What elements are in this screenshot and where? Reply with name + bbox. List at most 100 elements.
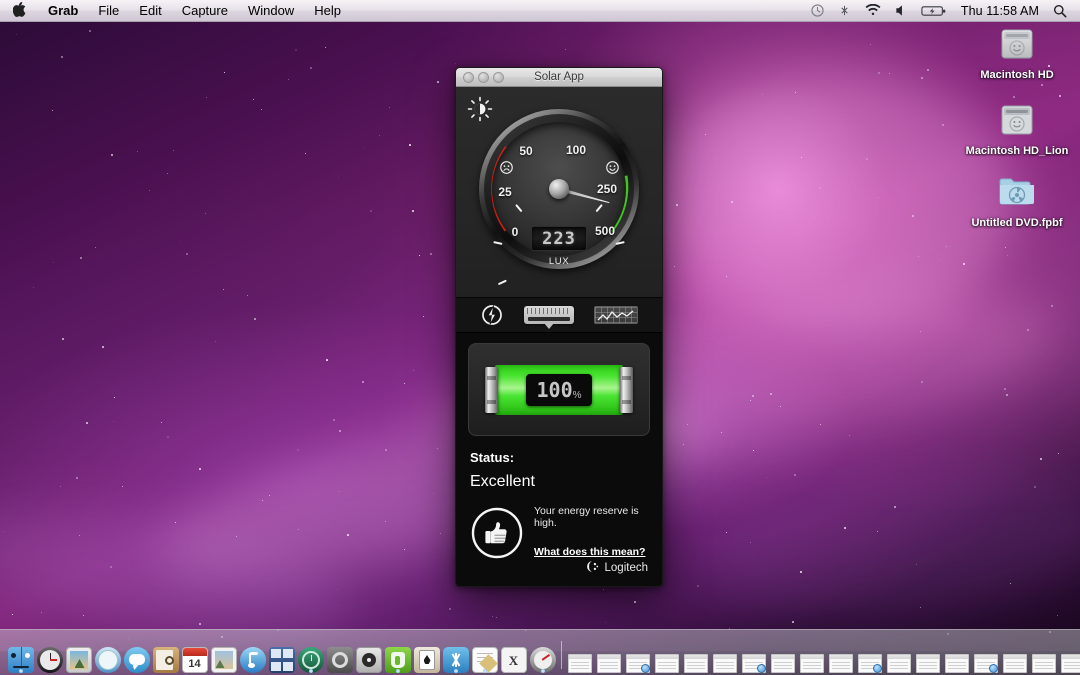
thumbs-up-icon: [470, 506, 524, 560]
window-titlebar[interactable]: Solar App: [456, 68, 662, 87]
status-section: Status: Excellent Your energy reserve is…: [456, 436, 662, 560]
dock-minimized-window[interactable]: [682, 639, 709, 673]
dock-item-finder[interactable]: [7, 639, 34, 673]
sad-face-icon: [500, 161, 512, 173]
dock-item-mission-control[interactable]: [268, 639, 295, 673]
light-gauge-panel: 02550100250500 223 LUX: [456, 87, 662, 298]
logitech-logo-icon: [585, 560, 600, 576]
dock-item-address-book[interactable]: [152, 639, 179, 673]
clock-status-icon[interactable]: [804, 0, 831, 22]
burn-folder-icon: [962, 166, 1072, 214]
battery-status-icon[interactable]: [914, 0, 954, 22]
lux-readout-display: 223: [531, 226, 587, 251]
status-label: Status:: [470, 450, 648, 465]
status-message: Your energy reserve is high.: [534, 505, 648, 529]
menubar-clock[interactable]: Thu 11:58 AM: [954, 0, 1046, 22]
minimized-app-badge: [641, 664, 650, 673]
menu-item-help[interactable]: Help: [304, 0, 351, 22]
dock-item-textedit[interactable]: [471, 639, 498, 673]
dock-minimized-window[interactable]: [798, 639, 825, 673]
dock-minimized-window[interactable]: [566, 639, 593, 673]
desktop-icon-macintosh-hd[interactable]: Macintosh HD: [962, 18, 1072, 82]
dock-minimized-window[interactable]: [711, 639, 738, 673]
status-value: Excellent: [470, 473, 648, 491]
what-does-this-mean-link[interactable]: What does this mean?: [534, 546, 645, 558]
dock-item-evernote[interactable]: [384, 639, 411, 673]
dock-item-grab[interactable]: [529, 639, 556, 673]
dock-minimized-window[interactable]: [1059, 639, 1080, 673]
dock-minimized-window[interactable]: [856, 639, 883, 673]
light-scale-icon: [524, 306, 574, 324]
dock-minimized-window[interactable]: [914, 639, 941, 673]
minimized-app-badge: [989, 664, 998, 673]
dock-item-x11[interactable]: X: [500, 639, 527, 673]
dock-minimized-window[interactable]: [827, 639, 854, 673]
bluetooth-status-icon[interactable]: [831, 0, 858, 22]
running-indicator: [541, 669, 545, 673]
desktop-icon-untitled-dvd[interactable]: Untitled DVD.fpbf: [962, 166, 1072, 230]
minimized-app-badge: [873, 664, 882, 673]
desktop-icon-label: Macintosh HD_Lion: [962, 145, 1072, 158]
volume-status-icon[interactable]: [888, 0, 914, 22]
gauge-label: 50: [519, 144, 532, 158]
menu-item-file[interactable]: File: [88, 0, 129, 22]
power-bolt-button[interactable]: [480, 303, 504, 327]
apple-menu-icon[interactable]: [0, 2, 38, 20]
dock-minimized-window[interactable]: [943, 639, 970, 673]
lux-value: 223: [542, 229, 576, 249]
happy-face-icon: [606, 161, 618, 173]
history-chart-button[interactable]: [594, 306, 638, 324]
desktop-icon-macintosh-hd-lion[interactable]: Macintosh HD_Lion: [962, 94, 1072, 158]
solar-app-window[interactable]: Solar App: [455, 67, 663, 587]
dock[interactable]: 14 X: [0, 629, 1080, 675]
dock-minimized-window[interactable]: [885, 639, 912, 673]
dock-minimized-window[interactable]: [1001, 639, 1028, 673]
light-scale-button[interactable]: [524, 306, 574, 324]
gauge-label: 25: [498, 185, 511, 199]
history-chart-icon: [594, 306, 638, 324]
menu-item-capture[interactable]: Capture: [172, 0, 238, 22]
dock-minimized-window[interactable]: [1030, 639, 1057, 673]
dock-minimized-window[interactable]: [740, 639, 767, 673]
running-indicator: [19, 669, 23, 673]
dock-item-dashboard[interactable]: [36, 639, 63, 673]
battery-container: 100%: [468, 343, 650, 436]
desktop-icon-label: Untitled DVD.fpbf: [962, 217, 1072, 230]
battery-cap-right: [620, 367, 633, 413]
dock-item-safari[interactable]: [94, 639, 121, 673]
menu-bar: Grab File Edit Capture Window Help Thu 1…: [0, 0, 1080, 22]
hard-drive-icon: [962, 94, 1072, 142]
battery-readout-display: 100%: [526, 374, 592, 406]
gauge-label: 100: [566, 143, 586, 157]
battery-cap-left: [485, 367, 498, 413]
dock-minimized-window[interactable]: [595, 639, 622, 673]
dock-item-preview[interactable]: [210, 639, 237, 673]
wifi-status-icon[interactable]: [858, 0, 888, 22]
dock-minimized-window[interactable]: [653, 639, 680, 673]
lux-gauge: 02550100250500 223 LUX: [479, 109, 639, 269]
app-toolbar: [456, 298, 662, 333]
gauge-label: 0: [512, 225, 519, 239]
power-bolt-icon: [480, 303, 504, 327]
dock-item-ical[interactable]: 14: [181, 639, 208, 673]
dock-minimized-window[interactable]: [624, 639, 651, 673]
dock-minimized-window[interactable]: [769, 639, 796, 673]
running-indicator: [396, 669, 400, 673]
dock-item-ichat[interactable]: [123, 639, 150, 673]
dock-item-app-store[interactable]: [442, 639, 469, 673]
spotlight-search-icon[interactable]: [1046, 0, 1074, 22]
battery-gauge: 100%: [485, 365, 633, 415]
dock-item-itunes[interactable]: [239, 639, 266, 673]
dock-item-solitaire[interactable]: [413, 639, 440, 673]
battery-percent-symbol: %: [573, 390, 582, 401]
dock-item-time-machine[interactable]: [297, 639, 324, 673]
dock-item-iphoto[interactable]: [65, 639, 92, 673]
window-title: Solar App: [456, 71, 662, 83]
dock-item-system-preferences[interactable]: [326, 639, 353, 673]
dock-item-dvd-player[interactable]: [355, 639, 382, 673]
dock-minimized-window[interactable]: [972, 639, 999, 673]
menu-item-window[interactable]: Window: [238, 0, 304, 22]
menu-item-edit[interactable]: Edit: [129, 0, 171, 22]
running-indicator: [454, 669, 458, 673]
menu-item-grab[interactable]: Grab: [38, 0, 88, 22]
